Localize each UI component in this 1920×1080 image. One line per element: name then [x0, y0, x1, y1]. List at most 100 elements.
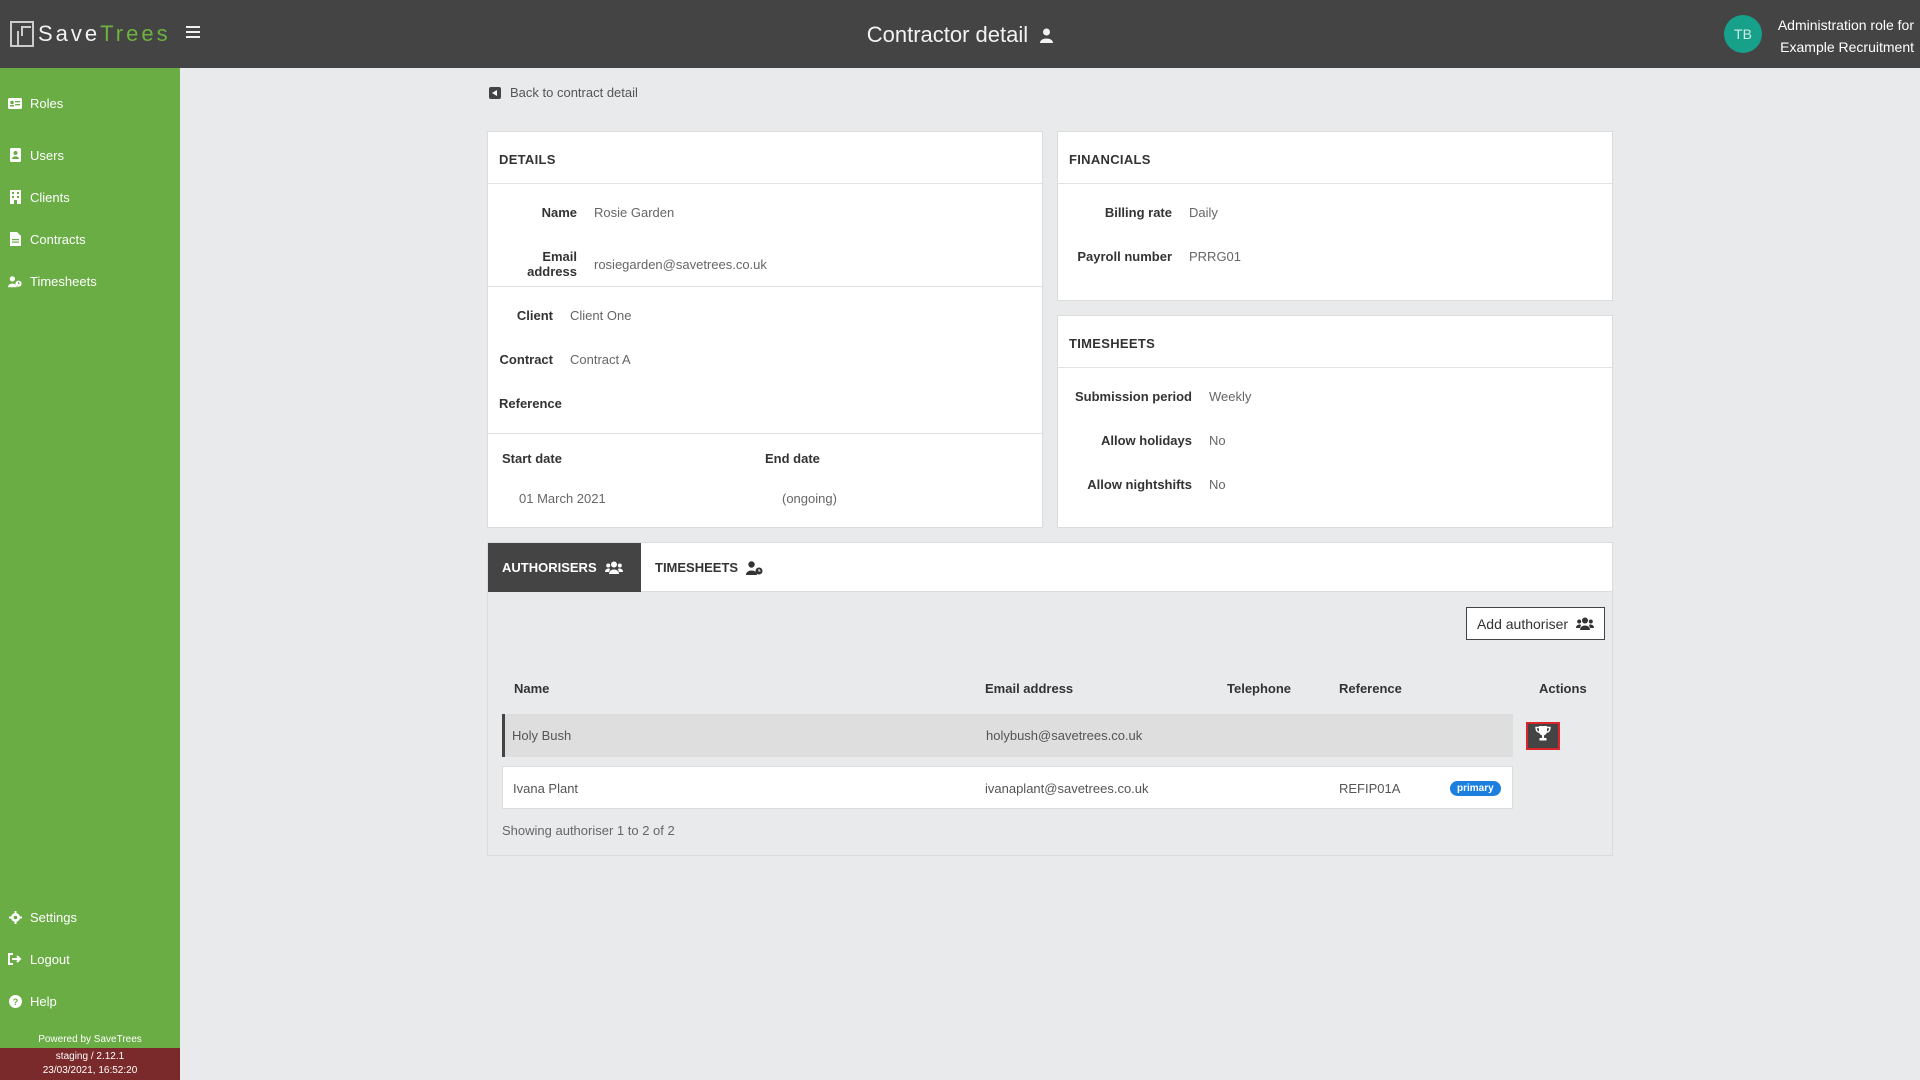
column-header-actions: Actions	[1539, 681, 1587, 696]
role-line-2: Example Recruitment	[1780, 39, 1914, 55]
add-authoriser-button[interactable]: Add authoriser	[1466, 607, 1605, 640]
user-book-icon	[8, 148, 22, 162]
make-primary-button[interactable]	[1526, 722, 1560, 750]
powered-by: Powered by SaveTrees	[38, 1034, 142, 1045]
sidebar-item-users[interactable]: Users	[8, 144, 64, 166]
reference-label: Reference	[499, 396, 562, 411]
submission-period-value: Weekly	[1209, 389, 1252, 404]
tab-authorisers[interactable]: AUTHORISERS	[488, 543, 641, 592]
row-name: Ivana Plant	[513, 781, 579, 796]
billing-rate-value: Daily	[1189, 205, 1218, 220]
contract-label: Contract	[499, 352, 553, 367]
details-card: DETAILS Name Rosie Garden Email address …	[487, 131, 1043, 528]
divider	[488, 286, 1042, 287]
pagination-summary: Showing authoriser 1 to 2 of 2	[502, 823, 675, 838]
client-label: Client	[516, 308, 553, 323]
user-icon	[1040, 23, 1054, 49]
sidebar-item-settings[interactable]: Settings	[8, 906, 77, 928]
details-heading: DETAILS	[488, 132, 1042, 184]
top-bar: Save Trees Contractor detail TB Administr…	[0, 0, 1920, 68]
sidebar-item-label: Logout	[30, 951, 70, 967]
file-icon	[8, 232, 22, 246]
allow-nightshifts-label: Allow nightshifts	[1087, 477, 1192, 492]
allow-nightshifts-value: No	[1209, 477, 1226, 492]
role-selector[interactable]: Administration role for Example Recruitm…	[1774, 14, 1914, 58]
start-date-label: Start date	[502, 451, 562, 466]
table-row[interactable]: Ivana Plant ivanaplant@savetrees.co.uk R…	[502, 766, 1513, 809]
sidebar-item-timesheets[interactable]: Timesheets	[8, 270, 97, 292]
start-date-label-row: Start date	[502, 451, 562, 466]
id-card-icon	[8, 96, 22, 110]
contract-value: Contract A	[570, 352, 631, 367]
sidebar-item-contracts[interactable]: Contracts	[8, 228, 86, 250]
column-header-email[interactable]: Email address	[985, 681, 1073, 696]
row-email: ivanaplant@savetrees.co.uk	[985, 781, 1149, 796]
gear-icon	[8, 910, 22, 924]
back-to-contract-link[interactable]: Back to contract detail	[489, 85, 638, 100]
divider	[488, 433, 1042, 434]
end-date-value: (ongoing)	[782, 491, 837, 506]
payroll-value: PRRG01	[1189, 249, 1242, 264]
name-label: Name	[541, 205, 577, 220]
tab-timesheets[interactable]: TIMESHEETS	[655, 543, 763, 592]
timesheets-heading: TIMESHEETS	[1058, 316, 1612, 368]
sidebar-item-label: Contracts	[30, 231, 86, 247]
user-clock-icon	[8, 274, 22, 288]
end-date-label-row: End date	[765, 451, 820, 466]
svg-text:?: ?	[12, 997, 18, 1007]
sidebar-item-label: Roles	[30, 95, 64, 111]
row-name: Holy Bush	[512, 728, 572, 743]
row-reference: REFIP01A	[1339, 781, 1401, 796]
email-label: Email address	[527, 249, 577, 279]
logout-icon	[8, 952, 22, 966]
sidebar-item-label: Timesheets	[30, 273, 97, 289]
billing-rate-row: Billing rate Daily	[1069, 205, 1218, 220]
client-row: Client Client One	[499, 308, 632, 323]
start-date-value: 01 March 2021	[519, 491, 606, 506]
allow-holidays-row: Allow holidays No	[1072, 433, 1226, 448]
row-email: holybush@savetrees.co.uk	[986, 728, 1143, 743]
sidebar-item-help[interactable]: ? Help	[8, 990, 57, 1012]
user-clock-icon	[746, 560, 763, 575]
sidebar-item-label: Help	[30, 993, 57, 1009]
timesheets-card: TIMESHEETS Submission period Weekly Allo…	[1057, 315, 1613, 528]
page-title-text: Contractor detail	[866, 22, 1029, 47]
name-row: Name Rosie Garden	[499, 205, 675, 220]
sidebar-item-label: Settings	[30, 909, 77, 925]
email-row: Email address rosiegarden@savetrees.co.u…	[499, 249, 767, 279]
users-icon	[1576, 617, 1595, 630]
allow-holidays-value: No	[1209, 433, 1226, 448]
email-value: rosiegarden@savetrees.co.uk	[594, 256, 767, 272]
billing-rate-label: Billing rate	[1104, 205, 1172, 220]
question-icon: ?	[8, 994, 22, 1008]
allow-holidays-label: Allow holidays	[1100, 433, 1192, 448]
add-authoriser-label: Add authoriser	[1476, 615, 1569, 632]
build-timestamp: 23/03/2021, 16:52:20	[42, 1065, 138, 1076]
client-value: Client One	[570, 308, 632, 323]
avatar[interactable]: TB	[1724, 15, 1762, 53]
financials-card: FINANCIALS Billing rate Daily Payroll nu…	[1057, 131, 1613, 301]
column-header-name[interactable]: Name	[514, 681, 549, 696]
sidebar-item-label: Clients	[30, 189, 70, 205]
column-header-reference[interactable]: Reference	[1339, 681, 1402, 696]
tab-authorisers-label: AUTHORISERS	[502, 560, 597, 575]
environment-version: staging / 2.12.1	[55, 1051, 125, 1062]
caret-left-icon	[489, 86, 501, 99]
role-line-1: Administration role for	[1777, 17, 1914, 33]
table-row[interactable]: Holy Bush holybush@savetrees.co.uk	[502, 714, 1513, 757]
allow-nightshifts-row: Allow nightshifts No	[1072, 477, 1226, 492]
sidebar-item-roles[interactable]: Roles	[8, 92, 63, 114]
name-value: Rosie Garden	[594, 205, 675, 220]
end-date-label: End date	[765, 451, 820, 466]
trophy-icon	[1535, 726, 1551, 746]
sidebar-item-logout[interactable]: Logout	[8, 948, 70, 970]
column-header-telephone[interactable]: Telephone	[1227, 681, 1291, 696]
payroll-label: Payroll number	[1077, 249, 1172, 264]
users-icon	[604, 561, 623, 574]
sidebar-footer: Powered by SaveTrees staging / 2.12.1 23…	[0, 1034, 180, 1080]
version-info: staging / 2.12.1 23/03/2021, 16:52:20	[0, 1048, 180, 1080]
submission-period-row: Submission period Weekly	[1072, 389, 1251, 404]
sidebar-item-clients[interactable]: Clients	[8, 186, 70, 208]
submission-period-label: Submission period	[1074, 389, 1192, 404]
primary-badge: primary	[1450, 781, 1501, 796]
